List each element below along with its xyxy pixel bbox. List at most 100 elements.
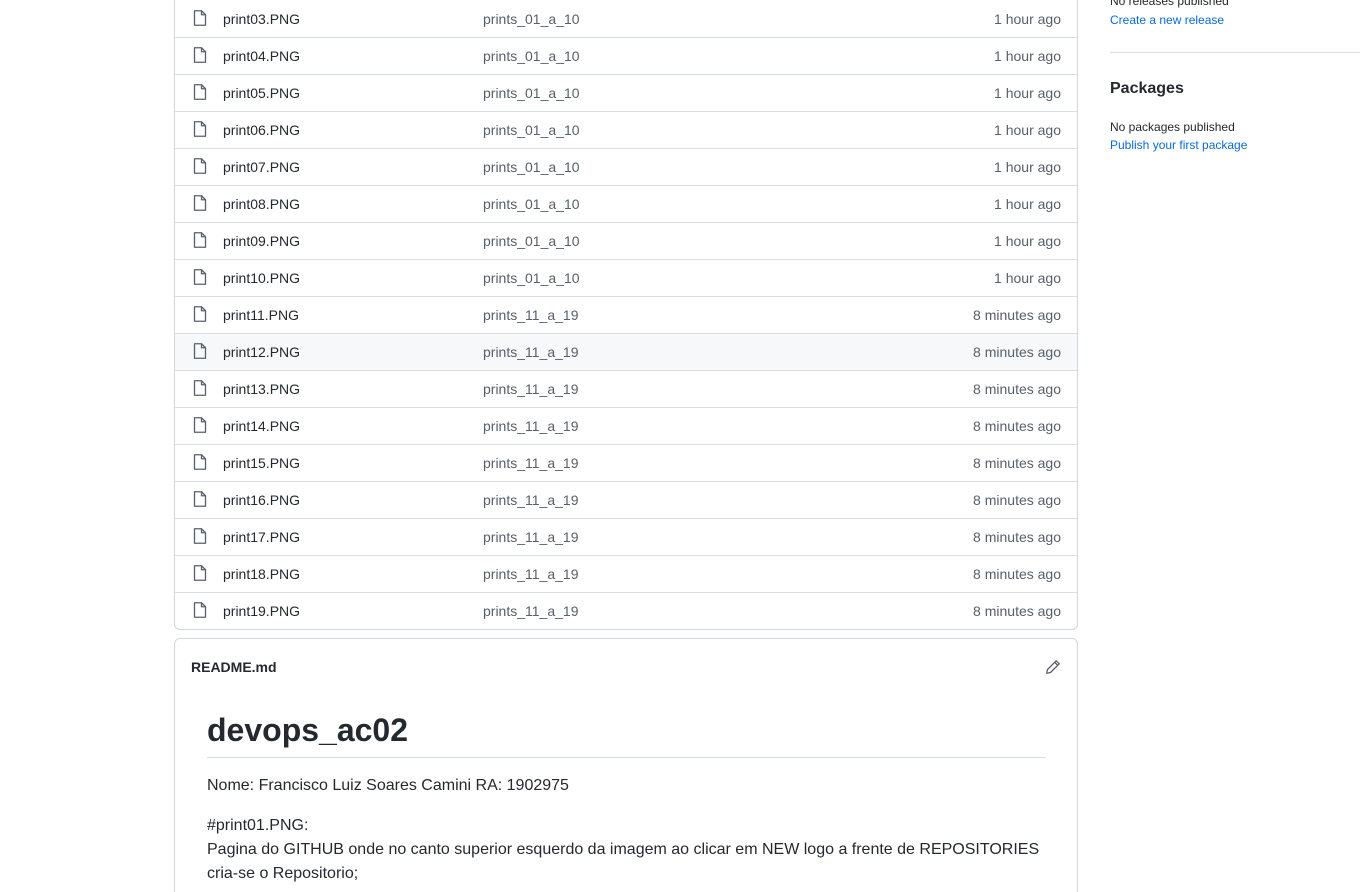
file-list: print03.PNG prints_01_a_10 1 hour ago pr…: [174, 0, 1078, 630]
file-name-link[interactable]: print05.PNG: [223, 84, 300, 102]
commit-message-link[interactable]: prints_11_a_19: [483, 306, 578, 324]
commit-message-link[interactable]: prints_11_a_19: [483, 565, 578, 583]
commit-message-link[interactable]: prints_11_a_19: [483, 491, 578, 509]
file-name-link[interactable]: print09.PNG: [223, 232, 300, 250]
file-name-link[interactable]: print17.PNG: [223, 528, 300, 546]
commit-age: 1 hour ago: [994, 233, 1061, 249]
file-row[interactable]: print13.PNG prints_11_a_19 8 minutes ago: [175, 370, 1077, 407]
file-name-link[interactable]: print07.PNG: [223, 158, 300, 176]
releases-empty-text: No releases published: [1110, 0, 1229, 8]
commit-age: 1 hour ago: [994, 196, 1061, 212]
commit-message-link[interactable]: prints_11_a_19: [483, 454, 578, 472]
file-row[interactable]: print17.PNG prints_11_a_19 8 minutes ago: [175, 518, 1077, 555]
repository-page: print03.PNG prints_01_a_10 1 hour ago pr…: [0, 0, 1360, 892]
file-icon: [193, 528, 207, 544]
commit-age: 1 hour ago: [994, 85, 1061, 101]
commit-age: 8 minutes ago: [973, 529, 1061, 545]
commit-age: 1 hour ago: [994, 159, 1061, 175]
file-name-link[interactable]: print15.PNG: [223, 454, 300, 472]
commit-age: 8 minutes ago: [973, 566, 1061, 582]
file-name-link[interactable]: print04.PNG: [223, 47, 300, 65]
readme-paragraph: #print01.PNG: Pagina do GITHUB onde no c…: [207, 814, 1046, 886]
file-row[interactable]: print09.PNG prints_01_a_10 1 hour ago: [175, 222, 1077, 259]
file-name-link[interactable]: print12.PNG: [223, 343, 300, 361]
file-icon: [193, 306, 207, 322]
file-name-link[interactable]: print19.PNG: [223, 602, 300, 620]
commit-message-link[interactable]: prints_11_a_19: [483, 528, 578, 546]
file-row[interactable]: print04.PNG prints_01_a_10 1 hour ago: [175, 37, 1077, 74]
file-name-link[interactable]: print10.PNG: [223, 269, 300, 287]
readme-header: README.md: [175, 639, 1077, 695]
file-icon: [193, 565, 207, 581]
file-icon: [193, 232, 207, 248]
file-row[interactable]: print15.PNG prints_11_a_19 8 minutes ago: [175, 444, 1077, 481]
readme-heading: devops_ac02: [207, 709, 1046, 758]
commit-age: 1 hour ago: [994, 11, 1061, 27]
commit-age: 8 minutes ago: [973, 418, 1061, 434]
publish-package-link[interactable]: Publish your first package: [1110, 138, 1247, 152]
commit-age: 8 minutes ago: [973, 344, 1061, 360]
file-row[interactable]: print18.PNG prints_11_a_19 8 minutes ago: [175, 555, 1077, 592]
file-icon: [193, 47, 207, 63]
file-name-link[interactable]: print14.PNG: [223, 417, 300, 435]
file-icon: [193, 195, 207, 211]
file-name-link[interactable]: print03.PNG: [223, 10, 300, 28]
file-name-link[interactable]: print18.PNG: [223, 565, 300, 583]
file-name-link[interactable]: print13.PNG: [223, 380, 300, 398]
file-icon: [193, 269, 207, 285]
commit-message-link[interactable]: prints_11_a_19: [483, 602, 578, 620]
commit-age: 8 minutes ago: [973, 492, 1061, 508]
file-icon: [193, 417, 207, 433]
commit-age: 1 hour ago: [994, 270, 1061, 286]
readme-line: #print01.PNG:: [207, 817, 309, 834]
readme-filename-link[interactable]: README.md: [191, 659, 277, 675]
packages-empty-text: No packages published: [1110, 120, 1235, 134]
commit-age: 8 minutes ago: [973, 603, 1061, 619]
file-row[interactable]: print05.PNG prints_01_a_10 1 hour ago: [175, 74, 1077, 111]
commit-message-link[interactable]: prints_01_a_10: [483, 121, 580, 139]
commit-message-link[interactable]: prints_01_a_10: [483, 232, 580, 250]
commit-message-link[interactable]: prints_01_a_10: [483, 47, 580, 65]
file-icon: [193, 491, 207, 507]
file-row[interactable]: print07.PNG prints_01_a_10 1 hour ago: [175, 148, 1077, 185]
readme-panel: README.md devops_ac02 Nome: Francisco Lu…: [174, 638, 1078, 892]
file-name-link[interactable]: print06.PNG: [223, 121, 300, 139]
file-row[interactable]: print10.PNG prints_01_a_10 1 hour ago: [175, 259, 1077, 296]
file-icon: [193, 343, 207, 359]
commit-message-link[interactable]: prints_01_a_10: [483, 269, 580, 287]
file-row[interactable]: print03.PNG prints_01_a_10 1 hour ago: [175, 0, 1077, 37]
commit-age: 8 minutes ago: [973, 307, 1061, 323]
file-row[interactable]: print12.PNG prints_11_a_19 8 minutes ago: [175, 333, 1077, 370]
commit-message-link[interactable]: prints_11_a_19: [483, 380, 578, 398]
readme-line: Pagina do GITHUB onde no canto superior …: [207, 841, 1040, 858]
readme-paragraph: Nome: Francisco Luiz Soares Camini RA: 1…: [207, 777, 569, 794]
file-icon: [193, 121, 207, 137]
commit-age: 1 hour ago: [994, 48, 1061, 64]
file-name-link[interactable]: print08.PNG: [223, 195, 300, 213]
commit-message-link[interactable]: prints_01_a_10: [483, 84, 580, 102]
file-row[interactable]: print14.PNG prints_11_a_19 8 minutes ago: [175, 407, 1077, 444]
file-icon: [193, 158, 207, 174]
file-name-link[interactable]: print11.PNG: [223, 306, 299, 324]
commit-age: 8 minutes ago: [973, 455, 1061, 471]
commit-message-link[interactable]: prints_01_a_10: [483, 195, 580, 213]
file-icon: [193, 602, 207, 618]
file-name-link[interactable]: print16.PNG: [223, 491, 300, 509]
sidebar-divider: [1110, 52, 1360, 53]
pencil-icon[interactable]: [1045, 659, 1061, 675]
file-row[interactable]: print08.PNG prints_01_a_10 1 hour ago: [175, 185, 1077, 222]
file-row[interactable]: print16.PNG prints_11_a_19 8 minutes ago: [175, 481, 1077, 518]
packages-heading[interactable]: Packages: [1110, 80, 1184, 98]
commit-age: 8 minutes ago: [973, 381, 1061, 397]
readme-content: devops_ac02 Nome: Francisco Luiz Soares …: [207, 709, 1046, 886]
commit-message-link[interactable]: prints_11_a_19: [483, 343, 578, 361]
file-icon: [193, 84, 207, 100]
file-row[interactable]: print11.PNG prints_11_a_19 8 minutes ago: [175, 296, 1077, 333]
commit-message-link[interactable]: prints_11_a_19: [483, 417, 578, 435]
commit-message-link[interactable]: prints_01_a_10: [483, 158, 580, 176]
commit-message-link[interactable]: prints_01_a_10: [483, 10, 580, 28]
file-row[interactable]: print19.PNG prints_11_a_19 8 minutes ago: [175, 592, 1077, 629]
file-icon: [193, 10, 207, 26]
create-release-link[interactable]: Create a new release: [1110, 13, 1224, 27]
file-row[interactable]: print06.PNG prints_01_a_10 1 hour ago: [175, 111, 1077, 148]
